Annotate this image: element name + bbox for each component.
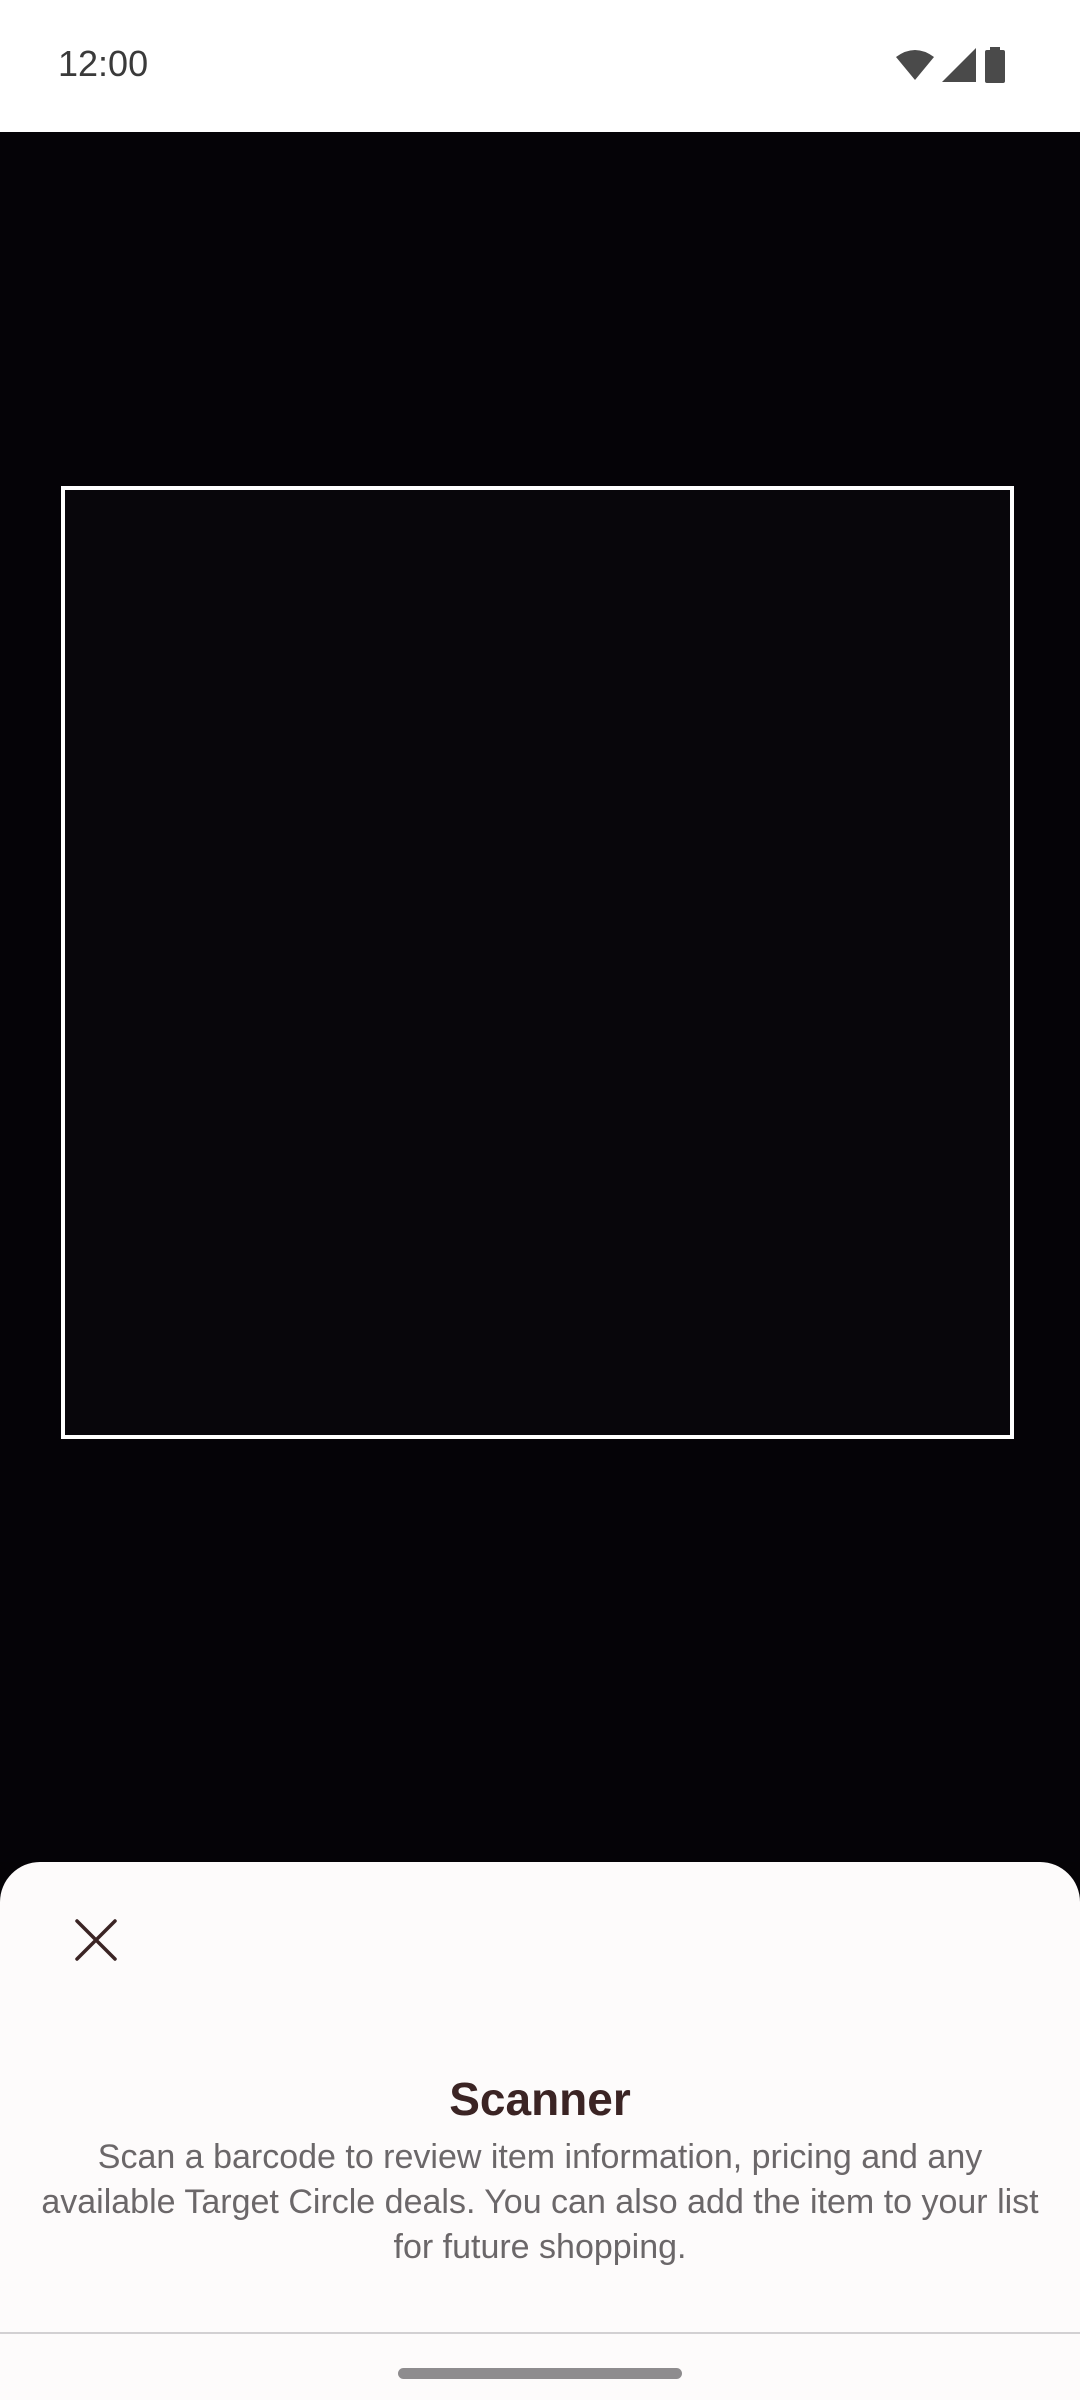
close-icon	[74, 1918, 118, 1962]
wifi-icon	[896, 49, 934, 81]
home-indicator[interactable]	[398, 2368, 682, 2379]
sheet-description: Scan a barcode to review item informatio…	[41, 2138, 1039, 2266]
battery-icon	[984, 47, 1006, 83]
divider	[0, 2332, 1080, 2334]
close-button[interactable]	[54, 1898, 138, 1982]
camera-preview	[0, 132, 1080, 1862]
cellular-signal-icon	[942, 48, 976, 82]
status-time: 12:00	[58, 43, 149, 84]
status-icons	[896, 46, 1006, 84]
scan-frame	[61, 486, 1014, 1439]
status-bar: 12:00	[0, 0, 1080, 132]
scanner-bottom-sheet: Scanner Scan a barcode to review item in…	[0, 1862, 1080, 2400]
sheet-title: Scanner	[449, 2073, 631, 2125]
